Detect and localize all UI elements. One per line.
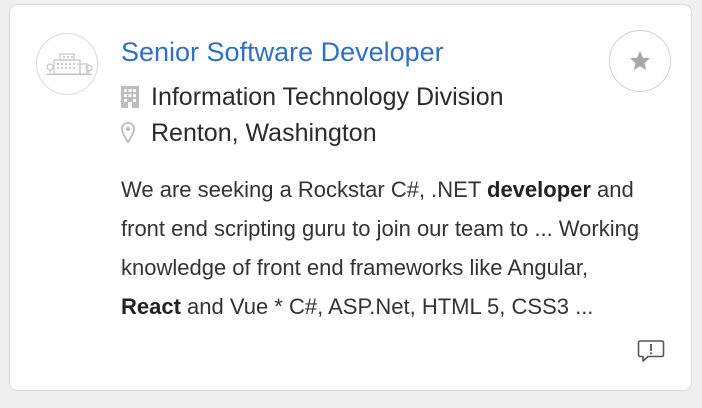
favorite-button[interactable] xyxy=(609,30,671,92)
description-text: and Vue * C#, ASP.Net, HTML 5, CSS3 ... xyxy=(180,294,594,319)
feedback-button[interactable] xyxy=(636,338,666,364)
location-row: Renton, Washington xyxy=(121,118,377,148)
location-text: Renton, Washington xyxy=(151,119,377,147)
department-row: Information Technology Division xyxy=(121,82,504,112)
job-card[interactable]: Senior Software Developer Information Te… xyxy=(9,4,692,391)
comment-alert-icon xyxy=(637,340,665,362)
job-description: We are seeking a Rockstar C#, .NET devel… xyxy=(121,170,641,326)
star-icon xyxy=(630,51,650,70)
map-pin-icon xyxy=(121,120,143,146)
job-title-link[interactable]: Senior Software Developer xyxy=(121,35,444,69)
building-icon xyxy=(121,84,143,110)
description-highlight: React xyxy=(121,294,181,319)
department-text: Information Technology Division xyxy=(151,83,504,111)
description-text: We are seeking a Rockstar C#, .NET xyxy=(121,177,487,202)
building-logo-icon xyxy=(46,53,93,76)
description-highlight: developer xyxy=(487,177,591,202)
company-logo xyxy=(36,33,98,95)
